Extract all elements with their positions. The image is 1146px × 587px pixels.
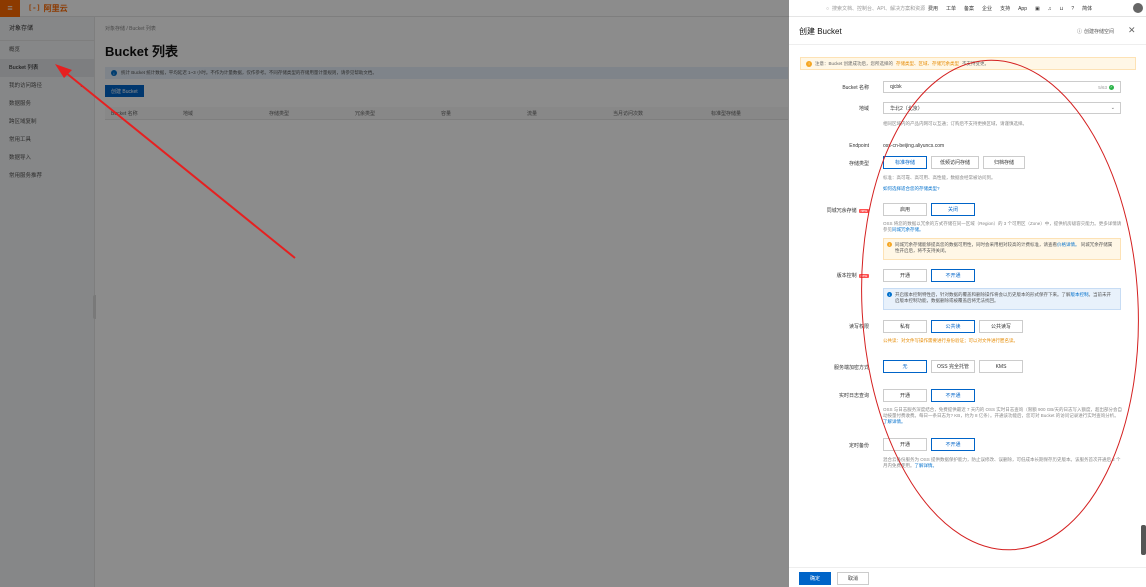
backup-help: 混合云备份服务为 OSS 提供数据保护能力，防止误修改、误删除，可低成本长期保存… (883, 457, 1121, 468)
endpoint-label: Endpoint (849, 143, 869, 149)
log-query-group: 开通 不开通 (883, 389, 975, 402)
bucket-name-label: Bucket 名称 (842, 85, 869, 91)
versioning-group: 开通 不开通 (883, 269, 975, 282)
storage-class-group: 标准存储 低频访问存储 归档存储 (883, 156, 1025, 169)
search-input[interactable]: ○ 搜索文档、控制台、API、解决方案和资源 (826, 3, 926, 14)
acl-label: 读写权限 (848, 324, 869, 330)
language-switch[interactable]: 简体 (1082, 5, 1092, 12)
question-icon: ⓘ (1077, 29, 1083, 35)
zrs-label: 同城冗余存储 new (826, 208, 869, 214)
backup-off-option[interactable]: 不开通 (931, 438, 975, 451)
acl-private-option[interactable]: 私有 (883, 320, 927, 333)
versioning-notice: i 开启版本控制特性后，针对数据的覆盖和删除操作将会以历史版本的形式保存下来。了… (883, 288, 1121, 310)
warning-icon: ! (887, 242, 892, 247)
nav-ticket[interactable]: 工单 (946, 5, 956, 12)
versioning-link[interactable]: 版本控制 (1071, 292, 1089, 297)
drawer-footer: 确定 取消 (789, 567, 1146, 587)
new-badge: new (858, 273, 869, 278)
bell-icon[interactable]: ♫ (1048, 6, 1052, 12)
region-help: 相同区域内的产品内网可以互通；订购后不支持更换区域，请谨慎选择。 (883, 121, 1027, 126)
drawer-header: 创建 Bucket ⓘ 创建存储空间 ✕ (789, 17, 1146, 45)
acl-warning: 公共读：对文件写操作需要进行身份验证；可以对文件进行匿名读。 (883, 338, 1018, 343)
nav-app[interactable]: App (1018, 6, 1027, 12)
zrs-group: 启用 关闭 (883, 203, 975, 216)
storage-class-link[interactable]: 如何选择适合您的存储类型? (883, 186, 940, 191)
versioning-off-option[interactable]: 不开通 (931, 269, 975, 282)
warning-highlight: 存储类型、区域、存储冗余类型 (896, 60, 960, 66)
encryption-group: 无 OSS 完全托管 KMS (883, 360, 1023, 373)
backup-label: 定时备份 (848, 443, 869, 449)
encryption-kms-option[interactable]: KMS (979, 360, 1023, 373)
backup-group: 开通 不开通 (883, 438, 975, 451)
help-icon[interactable]: ? (1071, 6, 1074, 12)
acl-public-read-option[interactable]: 公共读 (931, 320, 975, 333)
storage-archive-option[interactable]: 归档存储 (983, 156, 1025, 169)
log-query-help: OSS 与日志服务深度结合，免费提供最近 7 天内的 OSS 实时日志查询（限额… (883, 407, 1123, 424)
endpoint-value: oss-cn-beijing.aliyuncs.com (883, 143, 945, 149)
encryption-label: 服务端加密方式 (833, 365, 869, 371)
region-label: 地域 (858, 106, 869, 112)
zrs-help-link[interactable]: 同城冗余存储。 (892, 227, 924, 232)
zrs-help: OSS 将您的数据以冗余的方式存储在同一区域（Region）的 3 个可用区（Z… (883, 221, 1122, 232)
acl-public-rw-option[interactable]: 公共读写 (979, 320, 1023, 333)
versioning-label: 版本控制 new (836, 273, 869, 279)
create-guide-link[interactable]: ⓘ 创建存储空间 (1077, 28, 1114, 35)
bucket-name-input[interactable]: qjcbk 5/63 ✓ (883, 81, 1121, 93)
modal-mask[interactable] (0, 0, 789, 587)
region-value: 华北2（北京） (890, 105, 923, 112)
bucket-name-value: qjcbk (890, 84, 902, 90)
warning-prefix: 注意：Bucket 创建成功后，您所选择的 (815, 60, 894, 66)
chevron-down-icon: ⌄ (1110, 105, 1115, 111)
zrs-notice: ! 同城冗余存储能够提高您的数据可用性，同时会采用相对较高的计费标准，请查看价格… (883, 238, 1121, 260)
new-badge: new (858, 208, 869, 213)
cart-icon[interactable]: ⊔ (1059, 6, 1063, 12)
nav-enterprise[interactable]: 企业 (982, 5, 992, 12)
encryption-none-option[interactable]: 无 (883, 360, 927, 373)
log-query-label: 实时日志查询 (838, 393, 869, 399)
zrs-enable-option[interactable]: 启用 (883, 203, 927, 216)
warning-icon: ! (806, 60, 812, 67)
zrs-disable-option[interactable]: 关闭 (931, 203, 975, 216)
nav-support[interactable]: 支持 (1000, 5, 1010, 12)
avatar[interactable] (1133, 3, 1143, 13)
region-select[interactable]: 华北2（北京） ⌄ (883, 102, 1121, 114)
storage-ia-option[interactable]: 低频访问存储 (931, 156, 979, 169)
create-bucket-drawer: 创建 Bucket ⓘ 创建存储空间 ✕ ! 注意：Bucket 创建成功后，您… (789, 17, 1146, 587)
storage-class-help: 标准：高可靠、高可用、高性能，数据会经常被访问到。 (883, 175, 996, 180)
log-query-link[interactable]: 了解详情。 (883, 419, 906, 424)
nav-icp[interactable]: 备案 (964, 5, 974, 12)
drawer-title: 创建 Bucket (799, 27, 842, 36)
search-icon: ○ (826, 5, 830, 12)
encryption-oss-option[interactable]: OSS 完全托管 (931, 360, 975, 373)
close-icon[interactable]: ✕ (1128, 25, 1136, 36)
backup-on-option[interactable]: 开通 (883, 438, 927, 451)
warning-banner: ! 注意：Bucket 创建成功后，您所选择的 存储类型、区域、存储冗余类型 不… (800, 57, 1136, 70)
info-icon: i (887, 292, 892, 297)
search-placeholder: 搜索文档、控制台、API、解决方案和资源 (832, 6, 926, 12)
log-query-off-option[interactable]: 不开通 (931, 389, 975, 402)
terminal-icon[interactable]: ▣ (1035, 6, 1040, 12)
nav-fee[interactable]: 费用 (928, 5, 938, 12)
storage-class-label: 存储类型 (848, 161, 869, 167)
top-nav: 费用 工单 备案 企业 支持 App ▣ ♫ ⊔ ? 简体 (928, 3, 1092, 14)
price-detail-link[interactable]: 价格详情。 (1057, 242, 1080, 247)
char-count: 5/63 ✓ (1098, 84, 1114, 90)
storage-standard-option[interactable]: 标准存储 (883, 156, 927, 169)
scrollbar[interactable] (1141, 525, 1146, 555)
check-icon: ✓ (1109, 84, 1114, 90)
confirm-button[interactable]: 确定 (799, 572, 831, 585)
log-query-on-option[interactable]: 开通 (883, 389, 927, 402)
cancel-button[interactable]: 取消 (837, 572, 869, 585)
versioning-on-option[interactable]: 开通 (883, 269, 927, 282)
backup-link[interactable]: 了解详情。 (915, 463, 938, 468)
warning-suffix: 不支持变更。 (962, 60, 990, 66)
acl-group: 私有 公共读 公共读写 (883, 320, 1023, 333)
